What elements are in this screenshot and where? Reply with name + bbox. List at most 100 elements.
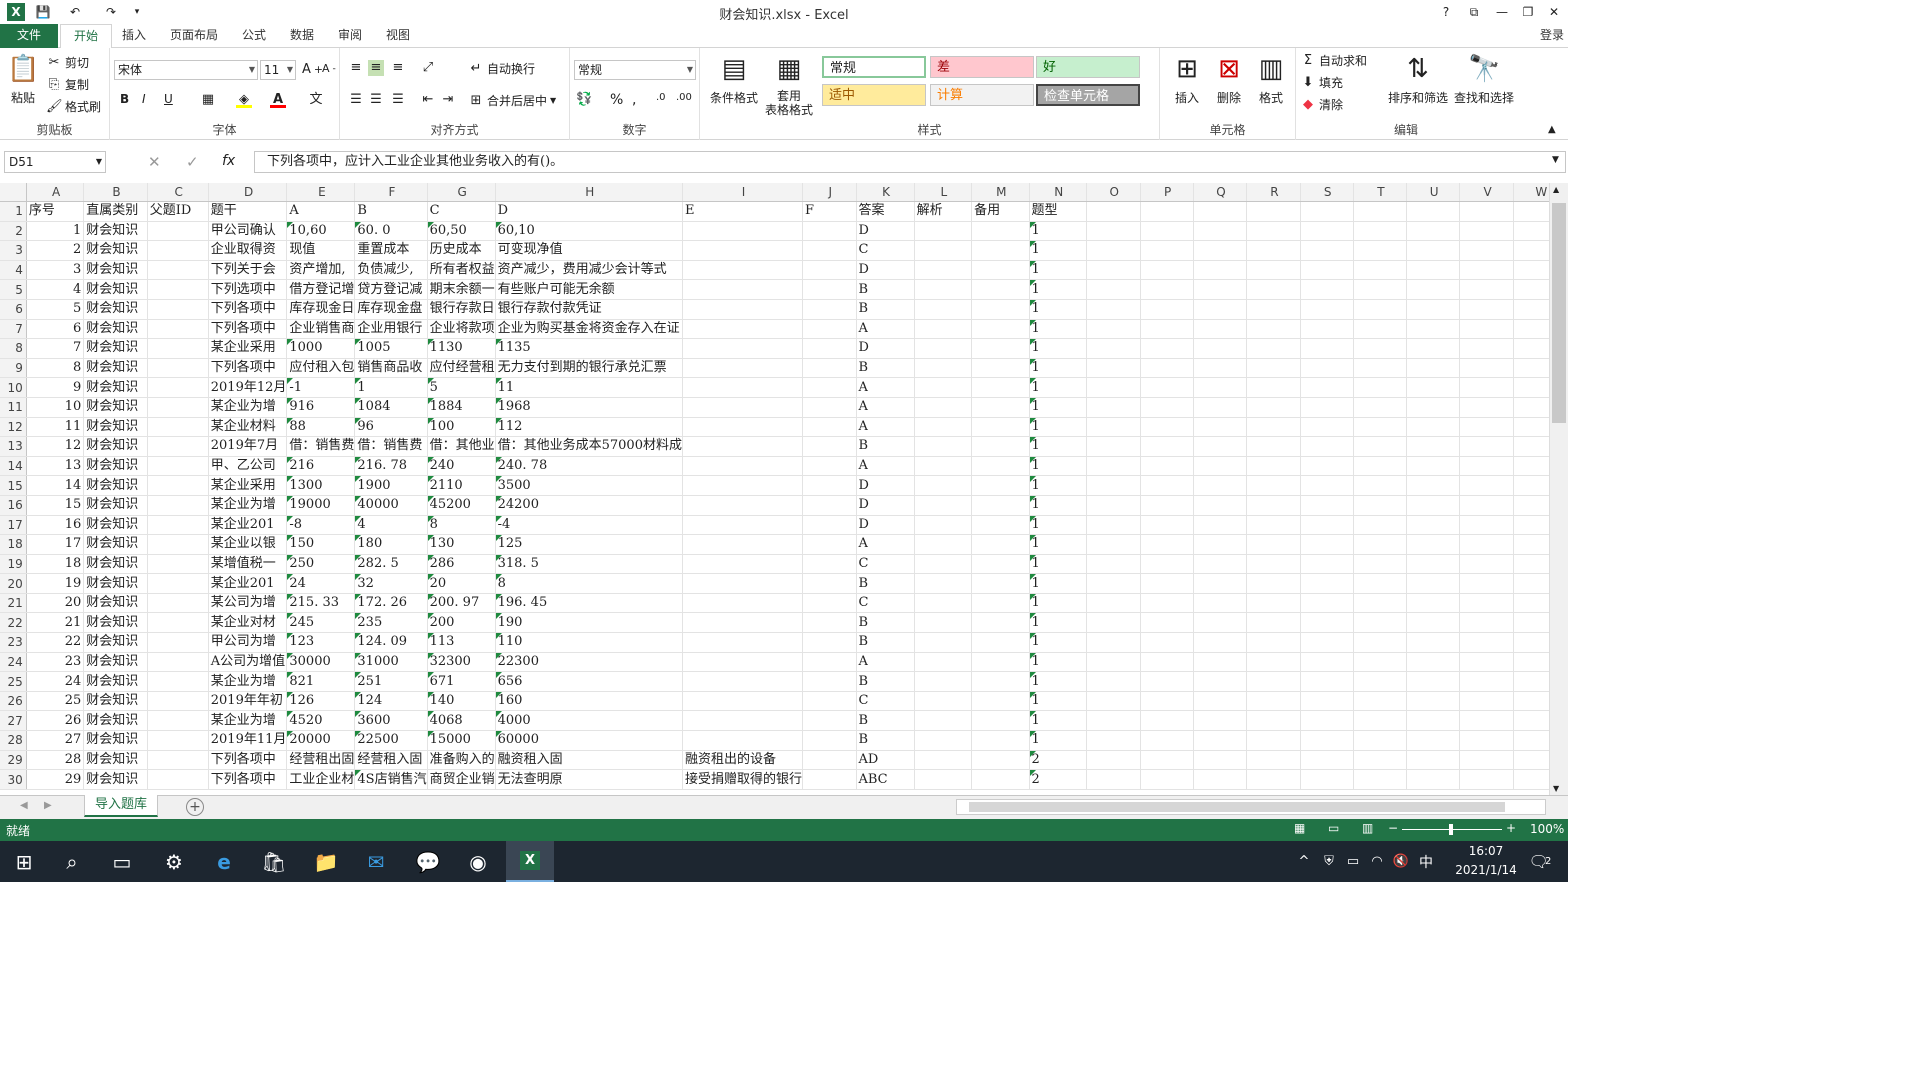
cell-H20[interactable]: 8 [495,573,683,594]
cell-F24[interactable]: 31000 [354,652,428,673]
cell-A14[interactable]: 13 [26,456,85,477]
cell-B17[interactable]: 财会知识 [83,515,148,536]
collapse-ribbon-icon[interactable]: ▲ [1548,124,1556,135]
cell-P14[interactable] [1140,456,1194,477]
cell-S5[interactable] [1300,279,1354,300]
formula-input[interactable]: 下列各项中，应计入工业企业其他业务收入的有()。 [254,151,1566,173]
cell-C1[interactable]: 父题ID [147,201,209,222]
cell-R3[interactable] [1246,240,1301,261]
cell-L11[interactable] [914,397,973,418]
cell-P9[interactable] [1140,358,1194,379]
cell-D26[interactable]: 2019年年初 [208,691,288,712]
cell-D8[interactable]: 某企业采用 [208,338,288,359]
cell-S12[interactable] [1300,417,1354,438]
cell-H2[interactable]: 60,10 [495,221,683,242]
cell-M4[interactable] [971,260,1030,281]
orientation-icon[interactable]: ⤢ [420,60,436,76]
cell-D10[interactable]: 2019年12月 [208,377,288,398]
row-header[interactable]: 4 [0,260,27,281]
cell-T3[interactable] [1353,240,1407,261]
cell-S20[interactable] [1300,573,1354,594]
cell-A21[interactable]: 20 [26,593,85,614]
cell-N29[interactable]: 2 [1029,750,1087,771]
cell-F22[interactable]: 235 [354,612,428,634]
worksheet-grid[interactable]: A B C D E F G H I J K L M N O P Q R S T U V W 1 序号 直属类别 父题ID 题干 A B C D… [0,183,1568,795]
cell-S8[interactable] [1300,338,1354,359]
cell-S30[interactable] [1300,769,1354,790]
cell-K3[interactable]: C [856,240,915,261]
clock-time[interactable]: 16:07 [1446,844,1526,858]
cell-L28[interactable] [914,730,973,751]
cell-R23[interactable] [1246,632,1301,653]
cell-K6[interactable]: B [856,299,915,320]
row-header[interactable]: 2 [0,221,27,242]
column-header-R[interactable]: R [1246,183,1301,202]
cell-A10[interactable]: 9 [26,377,85,398]
cell-D11[interactable]: 某企业为增 [208,397,288,418]
cell-H13[interactable]: 借：其他业务成本57000材料成 [495,436,683,457]
cell-G12[interactable]: 100 [427,417,496,438]
search-icon[interactable]: ⌕ [48,841,96,882]
cell-E23[interactable]: 123 [286,632,356,653]
column-header-J[interactable]: J [802,183,857,202]
row-header[interactable]: 8 [0,338,27,359]
cell-A18[interactable]: 17 [26,534,85,555]
cell-H26[interactable]: 160 [495,691,683,712]
cell-C19[interactable] [147,554,209,575]
cell-T17[interactable] [1353,515,1407,536]
horizontal-scrollbar[interactable] [956,799,1546,815]
cell-E22[interactable]: 245 [286,612,356,634]
cell-I12[interactable] [682,417,803,438]
cell-I2[interactable] [682,221,803,242]
battery-icon[interactable]: ▭ [1342,841,1364,882]
align-left-icon[interactable]: ☰ [348,92,364,108]
cell-J2[interactable] [802,221,857,242]
cell-K20[interactable]: B [856,573,915,594]
cell-D17[interactable]: 某企业201 [208,515,288,536]
cell-P20[interactable] [1140,573,1194,594]
cell-P22[interactable] [1140,612,1194,634]
cell-A1[interactable]: 序号 [26,201,85,222]
cell-V8[interactable] [1459,338,1514,359]
cell-C2[interactable] [147,221,209,242]
cell-V17[interactable] [1459,515,1514,536]
cell-P10[interactable] [1140,377,1194,398]
cell-L22[interactable] [914,612,973,634]
cell-E16[interactable]: 19000 [286,495,356,516]
cell-H5[interactable]: 有些账户可能无余额 [495,279,683,300]
cell-E26[interactable]: 126 [286,691,356,712]
column-header-T[interactable]: T [1353,183,1407,202]
name-box[interactable]: D51 ▼ [4,151,106,173]
cell-O30[interactable] [1086,769,1141,790]
cell-Q20[interactable] [1193,573,1248,594]
cell-U11[interactable] [1406,397,1461,418]
cell-S3[interactable] [1300,240,1354,261]
cell-I29[interactable]: 融资租出的设备 [682,750,803,771]
cell-R26[interactable] [1246,691,1301,712]
excel-taskbar-icon[interactable]: X [506,841,554,882]
cell-C28[interactable] [147,730,209,751]
cell-C7[interactable] [147,319,209,340]
cell-G3[interactable]: 历史成本 [427,240,496,261]
cell-U10[interactable] [1406,377,1461,398]
cell-R2[interactable] [1246,221,1301,242]
cell-D18[interactable]: 某企业以银 [208,534,288,555]
cell-A9[interactable]: 8 [26,358,85,379]
cell-M5[interactable] [971,279,1030,300]
cell-D6[interactable]: 下列各项中 [208,299,288,320]
cell-S24[interactable] [1300,652,1354,673]
cell-style-0[interactable]: 常规 [822,56,926,78]
cell-Q15[interactable] [1193,475,1248,496]
cell-U7[interactable] [1406,319,1461,340]
column-header-O[interactable]: O [1086,183,1141,202]
edge-browser-icon[interactable]: e [200,841,248,882]
format-cells-button[interactable]: ▥ 格式 [1252,52,1290,106]
row-header[interactable]: 11 [0,397,27,418]
cell-B21[interactable]: 财会知识 [83,593,148,614]
cell-L10[interactable] [914,377,973,398]
border-button[interactable]: ▦ [200,92,216,108]
cell-V16[interactable] [1459,495,1514,516]
cell-G19[interactable]: 286 [427,554,496,575]
settings-gear-icon[interactable]: ⚙ [150,841,198,882]
cell-K14[interactable]: A [856,456,915,477]
